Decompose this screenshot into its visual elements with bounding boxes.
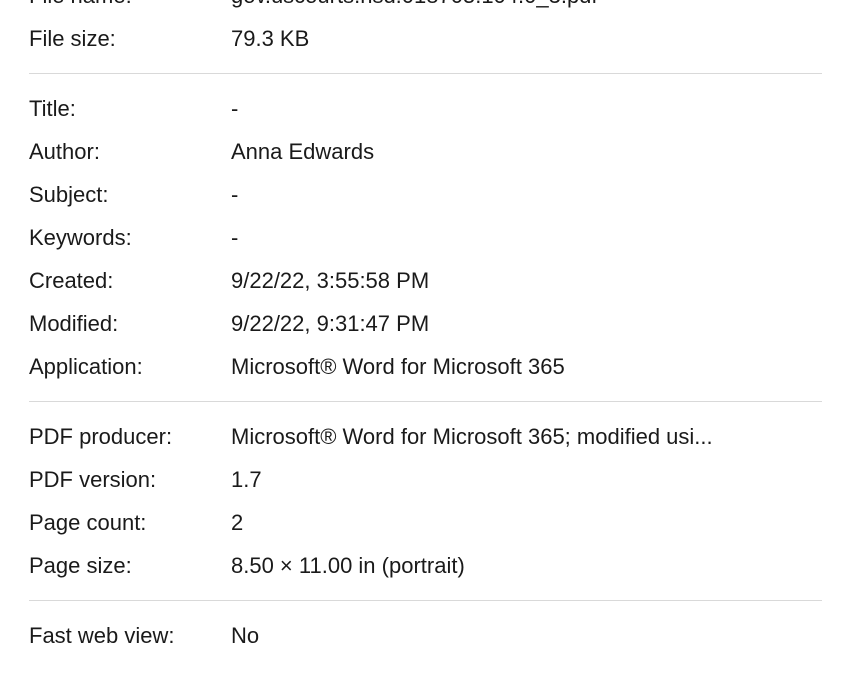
file-size-label: File size:	[29, 26, 116, 51]
created-label: Created:	[29, 268, 114, 293]
section-divider	[29, 600, 822, 601]
pdf-version-label: PDF version:	[29, 467, 157, 492]
subject-label: Subject:	[29, 182, 109, 207]
keywords-label: Keywords:	[29, 225, 132, 250]
modified-label: Modified:	[29, 311, 119, 336]
created-row: Created: 9/22/22, 3:55:58 PM	[29, 259, 822, 302]
page-count-value: 2	[231, 510, 244, 535]
pdf-info-section: PDF producer: Microsoft® Word for Micros…	[29, 415, 822, 587]
file-section: File name: gov.uscourts.nsd.018705.104.0…	[29, 0, 822, 60]
file-size-value: 79.3 KB	[231, 26, 310, 51]
subject-value: -	[231, 182, 239, 207]
author-value: Anna Edwards	[231, 139, 375, 164]
pdf-producer-row: PDF producer: Microsoft® Word for Micros…	[29, 415, 822, 458]
application-row: Application: Microsoft® Word for Microso…	[29, 345, 822, 388]
file-name-row: File name: gov.uscourts.nsd.018705.104.0…	[29, 0, 822, 17]
file-name-label: File name:	[29, 0, 231, 17]
fast-web-view-label: Fast web view:	[29, 623, 175, 648]
keywords-row: Keywords: -	[29, 216, 822, 259]
pdf-producer-value: Microsoft® Word for Microsoft 365; modif…	[231, 424, 713, 449]
modified-row: Modified: 9/22/22, 9:31:47 PM	[29, 302, 822, 345]
author-label: Author:	[29, 139, 100, 164]
title-row: Title: -	[29, 87, 822, 130]
fast-web-view-value: No	[231, 623, 260, 648]
page-count-row: Page count: 2	[29, 501, 822, 544]
section-divider	[29, 401, 822, 402]
file-name-value: gov.uscourts.nsd.018705.104.0_3.pdf	[231, 0, 822, 17]
fast-web-view-row: Fast web view: No	[29, 614, 822, 657]
document-info-section: Title: - Author: Anna Edwards Subject: -…	[29, 87, 822, 388]
title-value: -	[231, 96, 239, 121]
web-section: Fast web view: No	[29, 614, 822, 657]
file-size-row: File size: 79.3 KB	[29, 17, 822, 60]
keywords-value: -	[231, 225, 239, 250]
created-value: 9/22/22, 3:55:58 PM	[231, 268, 430, 293]
page-count-label: Page count:	[29, 510, 147, 535]
section-divider	[29, 73, 822, 74]
subject-row: Subject: -	[29, 173, 822, 216]
pdf-producer-label: PDF producer:	[29, 424, 173, 449]
pdf-version-value: 1.7	[231, 467, 262, 492]
author-row: Author: Anna Edwards	[29, 130, 822, 173]
page-size-label: Page size:	[29, 553, 132, 578]
pdf-version-row: PDF version: 1.7	[29, 458, 822, 501]
application-value: Microsoft® Word for Microsoft 365	[231, 354, 565, 379]
document-properties-panel: File name: gov.uscourts.nsd.018705.104.0…	[29, 0, 822, 657]
page-size-value: 8.50 × 11.00 in (portrait)	[231, 553, 465, 578]
modified-value: 9/22/22, 9:31:47 PM	[231, 311, 430, 336]
page-size-row: Page size: 8.50 × 11.00 in (portrait)	[29, 544, 822, 587]
application-label: Application:	[29, 354, 143, 379]
title-label: Title:	[29, 96, 76, 121]
